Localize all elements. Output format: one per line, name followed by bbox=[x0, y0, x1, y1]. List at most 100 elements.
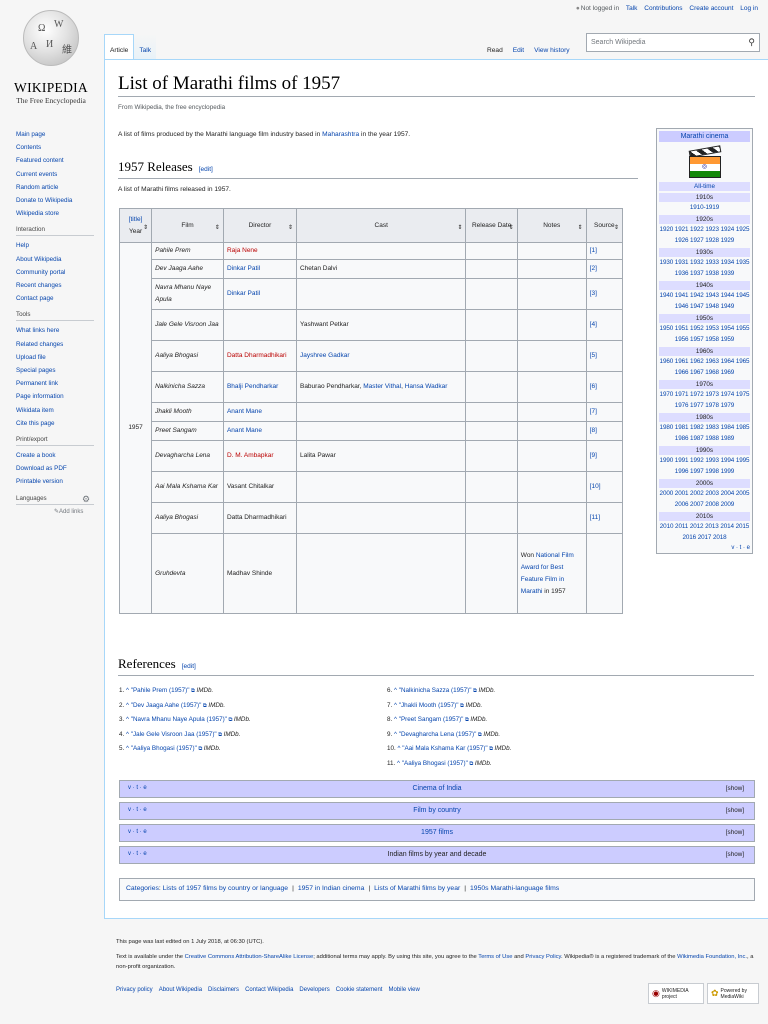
source-ref-link[interactable] bbox=[585, 533, 624, 614]
sidebar-item[interactable]: Featured content bbox=[16, 154, 100, 167]
sidebar-item[interactable]: Permanent link bbox=[16, 377, 100, 390]
ref-title-link[interactable]: "Nalkinicha Sazza (1957)" bbox=[399, 687, 472, 694]
categories-label[interactable]: Categories bbox=[126, 885, 159, 892]
footer-link[interactable]: Developers bbox=[299, 987, 329, 993]
sort-icon[interactable]: ⇕ bbox=[614, 222, 619, 234]
director-cell[interactable]: Bhalji Pendharkar bbox=[222, 371, 297, 403]
col-notes[interactable]: Notes ⇕ bbox=[516, 208, 587, 243]
edit-references-link[interactable]: [edit] bbox=[182, 663, 196, 670]
sort-icon[interactable]: ⇕ bbox=[215, 222, 220, 234]
navbox-title[interactable]: Cinema of India bbox=[120, 785, 754, 792]
source-ref-link[interactable]: [2] bbox=[585, 259, 624, 279]
source-ref-link[interactable]: [10] bbox=[585, 471, 624, 503]
sort-icon[interactable]: ⇕ bbox=[509, 222, 514, 234]
cc-license-link[interactable]: Creative Commons Attribution-ShareAlike … bbox=[185, 954, 314, 960]
sidebar-item[interactable]: Wikipedia store bbox=[16, 207, 100, 220]
sort-icon[interactable]: ⇕ bbox=[143, 222, 148, 234]
navbox-1970s[interactable]: 1970 1971 1972 1973 1974 1975 1976 1977 … bbox=[659, 389, 750, 411]
navbox-title[interactable]: 1957 films bbox=[120, 829, 754, 836]
navbox-title[interactable]: Film by country bbox=[120, 807, 754, 814]
cast-name[interactable]: Jayshree Gadkar bbox=[300, 352, 350, 359]
navbox-1950s[interactable]: 1950 1951 1952 1953 1954 1955 1956 1957 … bbox=[659, 323, 750, 345]
sidebar-item[interactable]: Help bbox=[16, 239, 100, 252]
navbox-1980s[interactable]: 1980 1981 1982 1983 1984 1985 1986 1987 … bbox=[659, 422, 750, 444]
source-ref-link[interactable]: [3] bbox=[585, 278, 624, 310]
create-account-link[interactable]: Create account bbox=[689, 5, 733, 12]
footer-link[interactable]: About Wikipedia bbox=[159, 987, 202, 993]
ref-title-link[interactable]: "Navra Mhanu Naye Apula (1957)" bbox=[131, 716, 227, 723]
source-ref-link[interactable]: [9] bbox=[585, 440, 624, 472]
col-year[interactable]: [title] Year ⇕ bbox=[118, 208, 153, 243]
navbox-1910s[interactable]: 1910-1919 bbox=[659, 202, 750, 213]
edit-section-link[interactable]: [edit] bbox=[199, 166, 213, 173]
navbox-1990s[interactable]: 1990 1991 1992 1993 1994 1995 1996 1997 … bbox=[659, 455, 750, 477]
navbox-show-toggle[interactable]: [show] bbox=[726, 807, 744, 814]
sidebar-item[interactable]: Contact page bbox=[16, 292, 100, 305]
powered-by-mediawiki-badge[interactable]: ✿ Powered by MediaWiki bbox=[707, 983, 759, 1004]
navbox-1940s[interactable]: 1940 1941 1942 1943 1944 1945 1946 1947 … bbox=[659, 290, 750, 312]
source-ref-link[interactable]: [5] bbox=[585, 340, 624, 372]
source-ref-link[interactable]: [8] bbox=[585, 421, 624, 441]
director-cell[interactable]: Dinkar Patil bbox=[222, 259, 297, 279]
sidebar-item[interactable]: Printable version bbox=[16, 475, 100, 488]
footer-link[interactable]: Privacy policy bbox=[116, 987, 153, 993]
navbox-show-toggle[interactable]: [show] bbox=[726, 829, 744, 836]
contributions-link[interactable]: Contributions bbox=[644, 5, 682, 12]
col-film[interactable]: Film ⇕ bbox=[151, 208, 224, 243]
sidebar-item[interactable]: About Wikipedia bbox=[16, 253, 100, 266]
navbox-show-toggle[interactable]: [show] bbox=[726, 851, 744, 858]
sidebar-item[interactable]: What links here bbox=[16, 324, 100, 337]
director-cell[interactable]: Dinkar Patil bbox=[222, 278, 297, 310]
maharashtra-link[interactable]: Maharashtra bbox=[322, 131, 359, 138]
sidebar-item[interactable]: Download as PDF bbox=[16, 462, 100, 475]
sort-icon[interactable]: ⇕ bbox=[578, 222, 583, 234]
wikipedia-logo[interactable]: ΩWИA維 Wikipedia The Free Encyclopedia bbox=[8, 8, 94, 112]
category-link[interactable]: 1950s Marathi-language films bbox=[470, 885, 559, 892]
sidebar-item[interactable]: Current events bbox=[16, 168, 100, 181]
sort-icon[interactable]: ⇕ bbox=[457, 222, 462, 234]
source-ref-link[interactable]: [7] bbox=[585, 402, 624, 422]
sidebar-item[interactable]: Community portal bbox=[16, 266, 100, 279]
title-link[interactable]: [title] bbox=[129, 216, 143, 223]
footer-link[interactable]: Disclaimers bbox=[208, 987, 239, 993]
sidebar-item[interactable]: Related changes bbox=[16, 338, 100, 351]
footer-link[interactable]: Mobile view bbox=[388, 987, 419, 993]
navbox-title[interactable]: Marathi cinema bbox=[659, 131, 750, 142]
ref-title-link[interactable]: "Pahile Prem (1957)" bbox=[131, 687, 190, 694]
category-link[interactable]: 1957 in Indian cinema bbox=[298, 885, 365, 892]
sidebar-item[interactable]: Cite this page bbox=[16, 417, 100, 430]
navbox-2000s[interactable]: 2000 2001 2002 2003 2004 2005 2006 2007 … bbox=[659, 488, 750, 510]
talk-link[interactable]: Talk bbox=[626, 5, 638, 12]
wmf-link[interactable]: Wikimedia Foundation, Inc. bbox=[677, 954, 747, 960]
add-links-link[interactable]: Add links bbox=[59, 509, 83, 515]
category-link[interactable]: Lists of 1957 films by country or langua… bbox=[163, 885, 288, 892]
ref-title-link[interactable]: "Dev Jaaga Aahe (1957)" bbox=[131, 702, 202, 709]
navbox-2010s[interactable]: 2010 2011 2012 2013 2014 2015 2016 2017 … bbox=[659, 521, 750, 543]
director-cell[interactable]: Raja Nene bbox=[222, 242, 297, 260]
sidebar-item[interactable]: Special pages bbox=[16, 364, 100, 377]
col-cast[interactable]: Cast ⇕ bbox=[295, 208, 467, 243]
director-cell[interactable]: Anant Mane bbox=[222, 402, 297, 422]
sidebar-item[interactable]: Recent changes bbox=[16, 279, 100, 292]
gear-icon[interactable]: ⚙ bbox=[82, 494, 90, 505]
search-input[interactable]: Search Wikipedia ⚲ bbox=[586, 33, 760, 52]
sidebar-item[interactable]: Wikidata item bbox=[16, 404, 100, 417]
search-icon[interactable]: ⚲ bbox=[748, 37, 755, 48]
source-ref-link[interactable]: [4] bbox=[585, 309, 624, 341]
terms-link[interactable]: Terms of Use bbox=[478, 954, 512, 960]
source-ref-link[interactable]: [6] bbox=[585, 371, 624, 403]
navbox-vte[interactable]: v · t · e bbox=[659, 545, 750, 551]
col-director[interactable]: Director ⇕ bbox=[222, 208, 297, 243]
ref-title-link[interactable]: "Devagharcha Lena (1957)" bbox=[399, 731, 477, 738]
footer-link[interactable]: Contact Wikipedia bbox=[245, 987, 293, 993]
col-release[interactable]: Release Date ⇕ bbox=[465, 208, 518, 243]
tab-article[interactable]: Article bbox=[104, 34, 135, 60]
ref-title-link[interactable]: "Preet Sangam (1957)" bbox=[399, 716, 464, 723]
tab-read[interactable]: Read bbox=[482, 34, 508, 60]
navbox-show-toggle[interactable]: [show] bbox=[726, 785, 744, 792]
director-cell[interactable]: D. M. Ambapkar bbox=[222, 440, 297, 472]
source-ref-link[interactable]: [11] bbox=[585, 502, 624, 534]
ref-title-link[interactable]: "Aai Mala Kshama Kar (1957)" bbox=[402, 745, 487, 752]
sidebar-item[interactable]: Random article bbox=[16, 181, 100, 194]
director-cell[interactable]: Datta Dharmadhikari bbox=[222, 340, 297, 372]
